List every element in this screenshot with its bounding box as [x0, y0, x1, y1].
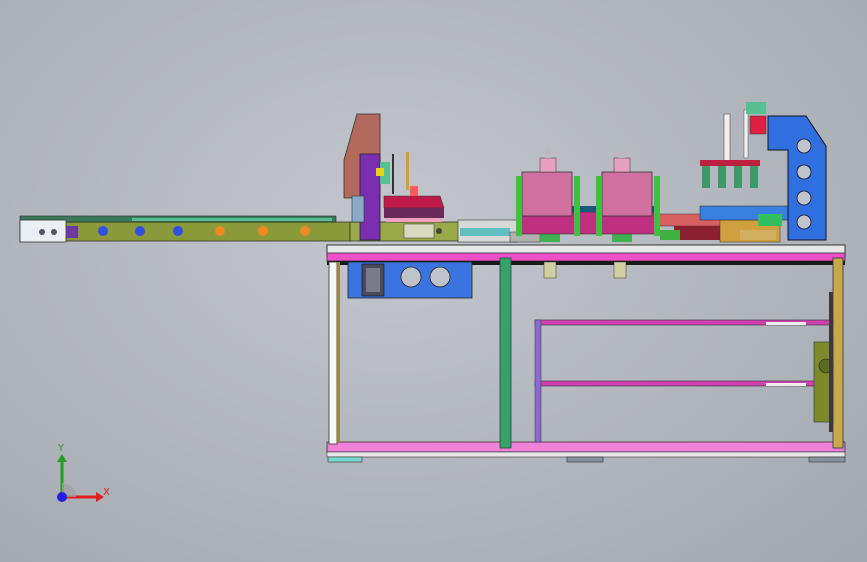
machine-model	[19, 102, 846, 502]
y-axis-label: Y	[58, 443, 65, 454]
blue-mount-plate	[347, 261, 473, 299]
cad-viewport[interactable]: X Y	[0, 0, 867, 562]
left-station	[343, 113, 445, 241]
axis-triad	[57, 454, 104, 502]
x-axis-label: X	[103, 487, 110, 498]
